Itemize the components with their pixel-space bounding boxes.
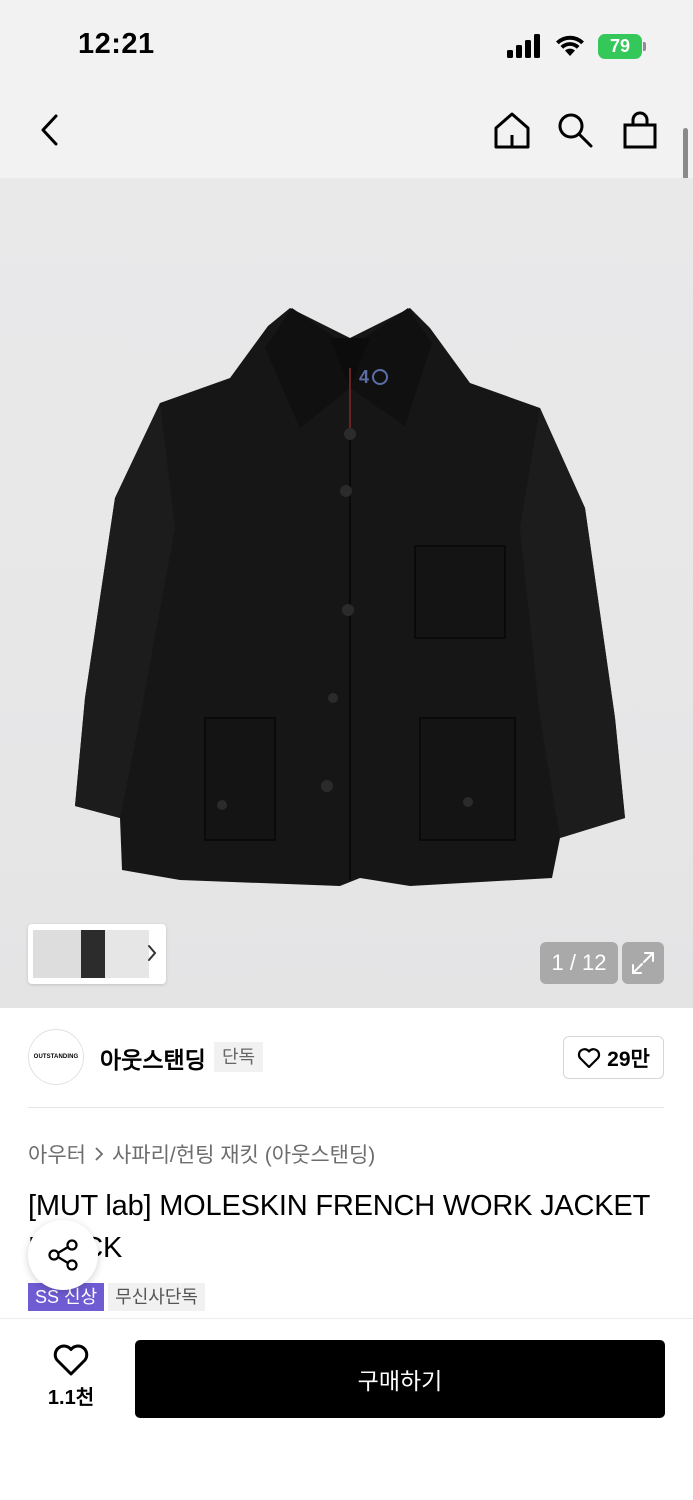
jacket-product-image: 4 [75,308,625,886]
search-icon [558,113,593,148]
heart-icon [53,1344,89,1376]
home-icon [494,112,530,149]
search-button[interactable] [551,106,599,154]
share-button[interactable] [28,1220,98,1290]
expand-button[interactable] [622,942,664,984]
breadcrumb-category[interactable]: 아우터 [28,1139,86,1169]
breadcrumb: 아우터 사파리/헌팅 재킷 (아웃스탠딩) [28,1139,375,1169]
status-time: 12:21 [78,28,155,60]
brand-logo[interactable]: OUTSTANDING [28,1029,84,1085]
chevron-right-icon [148,945,157,961]
thumbnail-jacket[interactable] [33,930,81,978]
brand-like-count: 29만 [607,1047,650,1071]
chevron-left-icon [41,114,58,146]
battery-percent: 79 [609,36,631,56]
buy-button[interactable]: 구매하기 [135,1340,665,1418]
tag-musinsa-exclusive: 무신사단독 [108,1283,205,1311]
exclusive-badge: 단독 [214,1042,264,1072]
product-title: [MUT lab] MOLESKIN FRENCH WORK JACKET BL… [28,1190,650,1264]
thumbnail-strip[interactable] [28,924,166,984]
back-button[interactable] [26,106,74,154]
product-image-gallery[interactable]: 4 [0,178,693,1008]
expand-icon [632,952,654,974]
svg-text:4: 4 [359,367,369,387]
shopping-bag-icon [623,111,657,149]
top-nav [0,90,693,178]
wishlist-count: 1.1천 [47,1387,95,1409]
brand-like-button[interactable]: 29만 [563,1036,664,1079]
thumbnail-model[interactable] [81,930,105,978]
brand-name[interactable]: 아웃스탠딩 [100,1041,206,1075]
chevron-right-icon [95,1147,104,1161]
brand-logo-text: OUTSTANDING [33,1054,79,1060]
image-counter: 1 / 12 [540,942,618,984]
cart-button[interactable] [616,106,664,154]
cellular-signal-icon [507,34,543,58]
breadcrumb-subcategory[interactable]: 사파리/헌팅 재킷 (아웃스탠딩) [112,1139,375,1169]
wishlist-button[interactable]: 1.1천 [28,1343,114,1413]
wifi-icon [556,35,584,56]
thumbnail-jacket-alt[interactable] [105,930,149,978]
home-button[interactable] [488,106,536,154]
heart-icon [578,1047,601,1068]
divider [28,1107,664,1108]
battery-icon: 79 [598,34,646,59]
status-bar: 12:21 79 [0,0,693,90]
share-icon [48,1239,78,1271]
